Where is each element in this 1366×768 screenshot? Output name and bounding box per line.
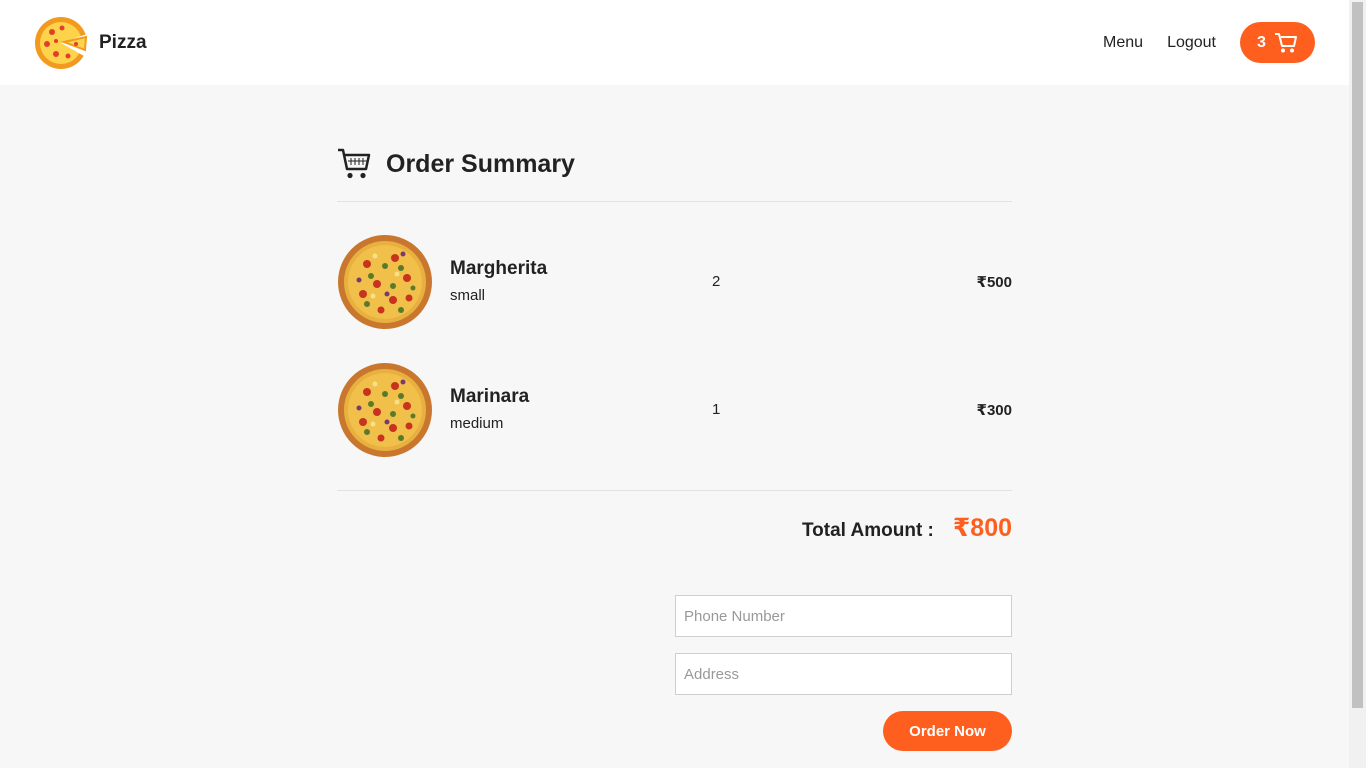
scrollbar-thumb[interactable] <box>1352 2 1363 708</box>
total-value: ₹800 <box>952 514 1012 542</box>
item-quantity: 1 <box>712 401 721 418</box>
pizza-image <box>338 363 432 457</box>
nav-menu-link[interactable]: Menu <box>1103 34 1143 52</box>
cart-button[interactable]: 3 <box>1240 22 1315 63</box>
item-price: ₹500 <box>976 274 1012 291</box>
item-price: ₹300 <box>976 402 1012 419</box>
navbar: Pizza Menu Logout 3 <box>0 0 1349 85</box>
brand[interactable]: Pizza <box>34 16 147 70</box>
cart-item: Marinara medium 1 ₹300 <box>337 362 1012 458</box>
cart-item: Margherita small 2 ₹500 <box>337 234 1012 330</box>
item-size: medium <box>450 415 504 432</box>
address-input[interactable] <box>675 653 1012 695</box>
order-summary-header: Order Summary <box>337 148 575 180</box>
item-size: small <box>450 287 486 304</box>
total-amount-row: Total Amount : ₹800 <box>802 513 1012 543</box>
pizza-image <box>338 235 432 329</box>
phone-number-input[interactable] <box>675 595 1012 637</box>
brand-name: Pizza <box>99 32 147 53</box>
item-name: Margherita <box>450 258 548 279</box>
cart-count: 3 <box>1257 33 1266 51</box>
item-quantity: 2 <box>712 273 721 290</box>
pizza-logo-icon <box>35 17 88 69</box>
nav-logout-link[interactable]: Logout <box>1167 34 1216 52</box>
cart-outline-icon <box>338 148 371 179</box>
order-now-button[interactable]: Order Now <box>883 711 1012 751</box>
page-title: Order Summary <box>386 149 575 178</box>
divider <box>337 490 1012 491</box>
total-label: Total Amount : <box>801 520 934 541</box>
divider <box>337 201 1012 202</box>
scrollbar[interactable] <box>1349 0 1366 768</box>
nav-links: Menu Logout 3 <box>1103 22 1315 63</box>
cart-icon <box>1274 32 1297 52</box>
item-name: Marinara <box>450 386 530 407</box>
